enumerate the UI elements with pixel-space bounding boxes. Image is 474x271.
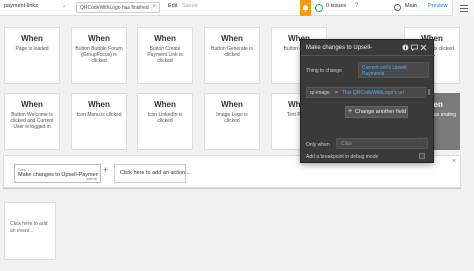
event-card[interactable]: When Icon LinkedIn is clicked (137, 93, 193, 150)
event-description: Icon LinkedIn is clicked (147, 112, 183, 125)
thing-to-change-input[interactable]: Current cell's Upsell-Payments (358, 62, 429, 78)
top-bar: payment-links ⌄ QRCodeWithLogo has finis… (0, 0, 474, 16)
divider (3, 188, 461, 189)
field-value[interactable]: This QRCodeWithLogo's url (342, 90, 404, 96)
event-card[interactable]: When Button Bubble Forum (GroupFocus) is… (71, 27, 127, 84)
event-card[interactable]: When Page is loaded (4, 27, 60, 84)
notification-bell-button[interactable] (300, 0, 311, 16)
notification-banner: QRCodeWithLogo has finished g... × (76, 2, 160, 13)
event-description: Button Generate is clicked (211, 46, 253, 59)
event-description: Button Bubble Forum (GroupFocus) is clic… (75, 46, 123, 65)
help-icon[interactable]: ? (355, 3, 358, 9)
divider (301, 55, 435, 56)
event-title: When (88, 34, 110, 43)
field-name: qr-image (310, 90, 330, 96)
issues-count[interactable]: 0 issues (326, 3, 346, 9)
add-action-button[interactable]: Click here to add an action... (114, 164, 190, 183)
event-description: Icon Menu is clicked (76, 112, 122, 118)
event-description: Button Welcome is clicked and Current Us… (10, 112, 54, 131)
event-title: When (154, 34, 176, 43)
delete-field-icon[interactable] (428, 89, 430, 95)
branch-selector[interactable]: Main (405, 3, 417, 9)
event-description: Image Logo is clicked (216, 112, 248, 125)
page-dropdown-icon[interactable]: ⌄ (62, 3, 66, 9)
change-another-field-button[interactable]: + Change another field (345, 106, 408, 118)
thing-to-change-value: Current cell's Upsell-Payments (362, 65, 408, 77)
only-when-label: Only when (306, 142, 330, 148)
event-title: When (221, 100, 243, 109)
event-title: When (21, 34, 43, 43)
save-status: Saved (182, 3, 198, 9)
close-icon[interactable]: × (452, 158, 456, 165)
only-when-placeholder: Click (341, 141, 352, 147)
breakpoint-checkbox[interactable] (419, 153, 425, 159)
close-icon[interactable] (420, 44, 427, 51)
bell-icon (303, 5, 308, 12)
event-card[interactable]: When Image Logo is clicked (204, 93, 260, 150)
add-event-button[interactable]: Click here to add an event... (4, 202, 56, 260)
event-title: When (221, 34, 243, 43)
plus-icon: + (348, 108, 353, 115)
plus-icon[interactable]: + (103, 165, 108, 175)
event-card[interactable]: When Button Generate is clicked (204, 27, 260, 84)
event-card[interactable]: When Button Create Payment Link is click… (137, 27, 193, 84)
info-icon[interactable] (402, 44, 409, 51)
event-description: Page is loaded (15, 46, 49, 52)
hamburger-menu-button[interactable] (452, 0, 474, 16)
close-icon[interactable]: × (152, 4, 156, 10)
delete-step-link[interactable]: delete (86, 176, 97, 181)
action-property-editor: Make changes to Upsell- Thing to change … (300, 39, 435, 163)
event-title: When (21, 100, 43, 109)
panel-title: Make changes to Upsell- (306, 45, 373, 51)
notification-text: QRCodeWithLogo has finished g... (80, 5, 150, 11)
check-circle-icon (315, 4, 323, 12)
field-assignment-row[interactable]: qr-image = This QRCodeWithLogo's url (306, 87, 426, 98)
add-event-label: Click here to add an event... (10, 221, 48, 234)
page-selector[interactable]: payment-links (4, 3, 38, 9)
edit-menu[interactable]: Edit (168, 3, 177, 9)
event-title: When (88, 100, 110, 109)
only-when-input[interactable]: Click (336, 138, 428, 149)
thing-to-change-label: Thing to change (306, 68, 342, 74)
event-card[interactable]: When Icon Menu is clicked (71, 93, 127, 150)
event-description: Button Create Payment Link is clicked (147, 46, 183, 65)
action-step[interactable]: Step 1 Make changes to Upsell-Payments..… (14, 164, 101, 183)
breakpoint-label: Add a breakpoint in debug mode (306, 154, 379, 160)
comment-icon[interactable] (411, 44, 418, 51)
add-action-label: Click here to add an action... (120, 170, 190, 176)
change-another-field-label: Change another field (355, 109, 407, 115)
equals-sign: = (335, 90, 338, 96)
preview-link[interactable]: Preview (428, 3, 448, 9)
event-title: When (154, 100, 176, 109)
branch-icon (394, 4, 401, 11)
event-card[interactable]: When Button Welcome is clicked and Curre… (4, 93, 60, 150)
